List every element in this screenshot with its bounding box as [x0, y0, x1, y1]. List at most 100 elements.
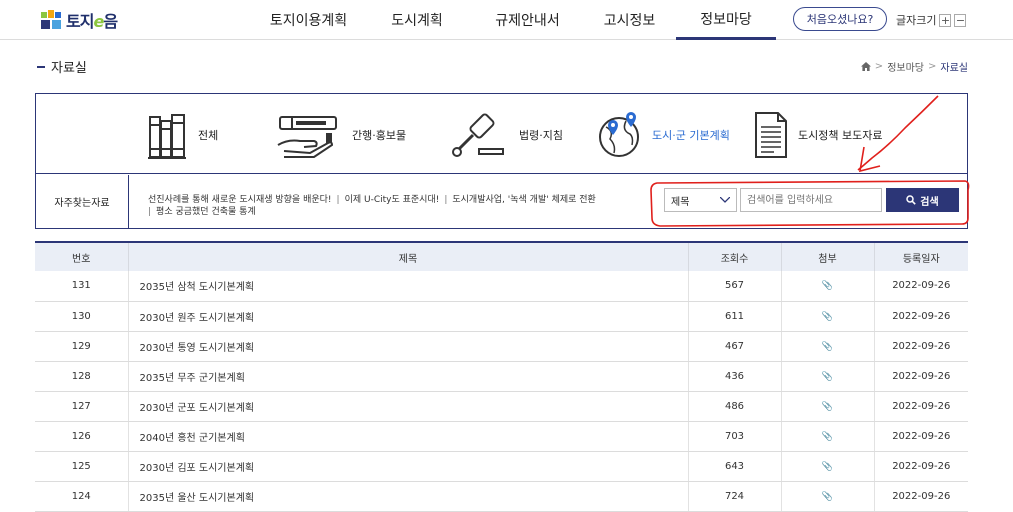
attachment-icon[interactable]: 📎: [822, 281, 833, 291]
row-date: 2022-09-26: [873, 421, 968, 452]
category-laws[interactable]: 법령·지침: [449, 110, 563, 160]
document-icon: [755, 112, 787, 158]
search-field-select[interactable]: 제목: [664, 188, 737, 212]
breadcrumb-info-plaza[interactable]: 정보마당: [887, 59, 924, 74]
attachment-icon[interactable]: 📎: [822, 372, 833, 382]
site-logo[interactable]: 토지e음: [40, 8, 118, 32]
attachment-icon[interactable]: 📎: [822, 462, 833, 472]
search-icon: [906, 195, 917, 205]
font-increase-button[interactable]: +: [939, 13, 952, 27]
table-row[interactable]: 130 2030년 원주 도시기본계획 611 📎 2022-09-26: [35, 301, 968, 332]
frequent-link[interactable]: 선진사례를 통해 새로운 도시재생 방향을 배운다!: [148, 195, 332, 205]
row-number: 125: [35, 451, 128, 482]
col-number: 번호: [35, 241, 128, 271]
row-views: 486: [687, 391, 781, 422]
row-views: 703: [687, 421, 781, 452]
search-button[interactable]: 검색: [886, 188, 959, 212]
nav-urban-plan[interactable]: 도시계획: [362, 0, 472, 40]
row-attachment[interactable]: 📎: [780, 301, 874, 332]
table-row[interactable]: 129 2030년 통영 도시기본계획 467 📎 2022-09-26: [35, 331, 968, 362]
chevron-down-icon: [720, 197, 730, 203]
row-title-link[interactable]: 2035년 울산 도시기본계획: [127, 481, 688, 512]
row-date: 2022-09-26: [873, 451, 968, 482]
attachment-icon[interactable]: 📎: [822, 312, 833, 322]
main-nav: 토지이용계획 도시계획 규제안내서 고시정보 정보마당: [255, 0, 776, 40]
row-attachment[interactable]: 📎: [780, 361, 874, 392]
font-decrease-button[interactable]: −: [954, 13, 967, 27]
nav-info-plaza[interactable]: 정보마당: [676, 0, 776, 40]
row-number: 129: [35, 331, 128, 362]
row-date: 2022-09-26: [873, 391, 968, 422]
category-press-release[interactable]: 도시정책 보도자료: [754, 110, 882, 160]
table-row[interactable]: 124 2035년 울산 도시기본계획 724 📎 2022-09-26: [35, 481, 968, 512]
row-date: 2022-09-26: [873, 331, 968, 362]
category-all[interactable]: 전체: [148, 110, 218, 160]
row-views: 467: [687, 331, 781, 362]
category-press-release-label: 도시정책 보도자료: [798, 129, 883, 142]
category-city-plan[interactable]: 도시·군 기본계획: [596, 110, 730, 160]
row-views: 611: [687, 301, 781, 332]
attachment-icon[interactable]: 📎: [822, 342, 833, 352]
row-title-link[interactable]: 2030년 김포 도시기본계획: [127, 451, 688, 482]
row-number: 131: [35, 271, 128, 302]
nav-land-use-plan[interactable]: 토지이용계획: [255, 0, 362, 40]
frequent-link[interactable]: 이제 U-City도 표준시대!: [345, 195, 440, 205]
row-number: 126: [35, 421, 128, 452]
row-title-link[interactable]: 2030년 통영 도시기본계획: [127, 331, 688, 362]
row-title-link[interactable]: 2035년 삼척 도시기본계획: [127, 271, 688, 302]
row-title-link[interactable]: 2030년 원주 도시기본계획: [127, 301, 688, 332]
row-title-link[interactable]: 2040년 홍천 군기본계획: [127, 421, 688, 452]
row-number: 128: [35, 361, 128, 392]
frequent-link[interactable]: 도시개발사업, '녹색 개발' 체제로 전환: [452, 195, 595, 205]
table-row[interactable]: 128 2035년 무주 군기본계획 436 📎 2022-09-26: [35, 361, 968, 392]
search-area: 제목 검색: [664, 188, 959, 212]
row-attachment[interactable]: 📎: [780, 451, 874, 482]
row-title-link[interactable]: 2030년 군포 도시기본계획: [127, 391, 688, 422]
table-row[interactable]: 131 2035년 삼척 도시기본계획 567 📎 2022-09-26: [35, 271, 968, 302]
row-views: 567: [687, 271, 781, 302]
row-attachment[interactable]: 📎: [780, 271, 874, 302]
home-icon[interactable]: [860, 62, 871, 71]
link-separator: |: [148, 207, 152, 217]
first-visit-button[interactable]: 처음오셨나요?: [793, 7, 887, 31]
category-publications[interactable]: 간행·홍보물: [274, 110, 406, 160]
nav-notice-info[interactable]: 고시정보: [583, 0, 676, 40]
attachment-icon[interactable]: 📎: [822, 432, 833, 442]
table-row[interactable]: 127 2030년 군포 도시기본계획 486 📎 2022-09-26: [35, 391, 968, 422]
row-attachment[interactable]: 📎: [780, 331, 874, 362]
data-table: 번호 제목 조회수 첨부 등록일자 131 2035년 삼척 도시기본계획 56…: [35, 241, 968, 512]
row-date: 2022-09-26: [873, 481, 968, 512]
search-input[interactable]: [740, 188, 882, 212]
font-size-control: 글자크기 + −: [896, 12, 967, 28]
frequent-link[interactable]: 평소 궁금했던 건축물 통계: [156, 207, 256, 217]
nav-regulation-guide[interactable]: 규제안내서: [472, 0, 583, 40]
publication-hand-icon: [277, 116, 337, 158]
breadcrumb-separator: >: [928, 61, 937, 72]
frequent-links: 선진사례를 통해 새로운 도시재생 방향을 배운다! | 이제 U-City도 표준…: [148, 194, 628, 218]
title-bar-decoration: [37, 65, 45, 68]
row-title-link[interactable]: 2035년 무주 군기본계획: [127, 361, 688, 392]
attachment-icon[interactable]: 📎: [822, 492, 833, 502]
table-row[interactable]: 125 2030년 김포 도시기본계획 643 📎 2022-09-26: [35, 451, 968, 482]
books-icon: [148, 114, 186, 159]
attachment-icon[interactable]: 📎: [822, 402, 833, 412]
logo-text: 토지e음: [66, 12, 118, 31]
category-all-label: 전체: [198, 129, 219, 142]
row-views: 436: [687, 361, 781, 392]
row-attachment[interactable]: 📎: [780, 481, 874, 512]
gavel-icon: [452, 113, 504, 157]
link-separator: |: [444, 195, 448, 205]
col-title: 제목: [127, 241, 688, 271]
row-number: 124: [35, 481, 128, 512]
table-row[interactable]: 126 2040년 홍천 군기본계획 703 📎 2022-09-26: [35, 421, 968, 452]
row-attachment[interactable]: 📎: [780, 421, 874, 452]
search-select-value: 제목: [671, 196, 690, 208]
frequent-label: 자주찾는자료: [36, 175, 129, 228]
font-size-label: 글자크기: [896, 14, 937, 27]
breadcrumb-current: 자료실: [940, 63, 968, 74]
link-separator: |: [336, 195, 340, 205]
logo-mark-icon: [40, 9, 62, 31]
row-attachment[interactable]: 📎: [780, 391, 874, 422]
row-date: 2022-09-26: [873, 301, 968, 332]
category-tabs: 전체 간행·홍보물 법령·지침 도시·군 기본계획 도시정책 보도자료: [36, 94, 967, 174]
